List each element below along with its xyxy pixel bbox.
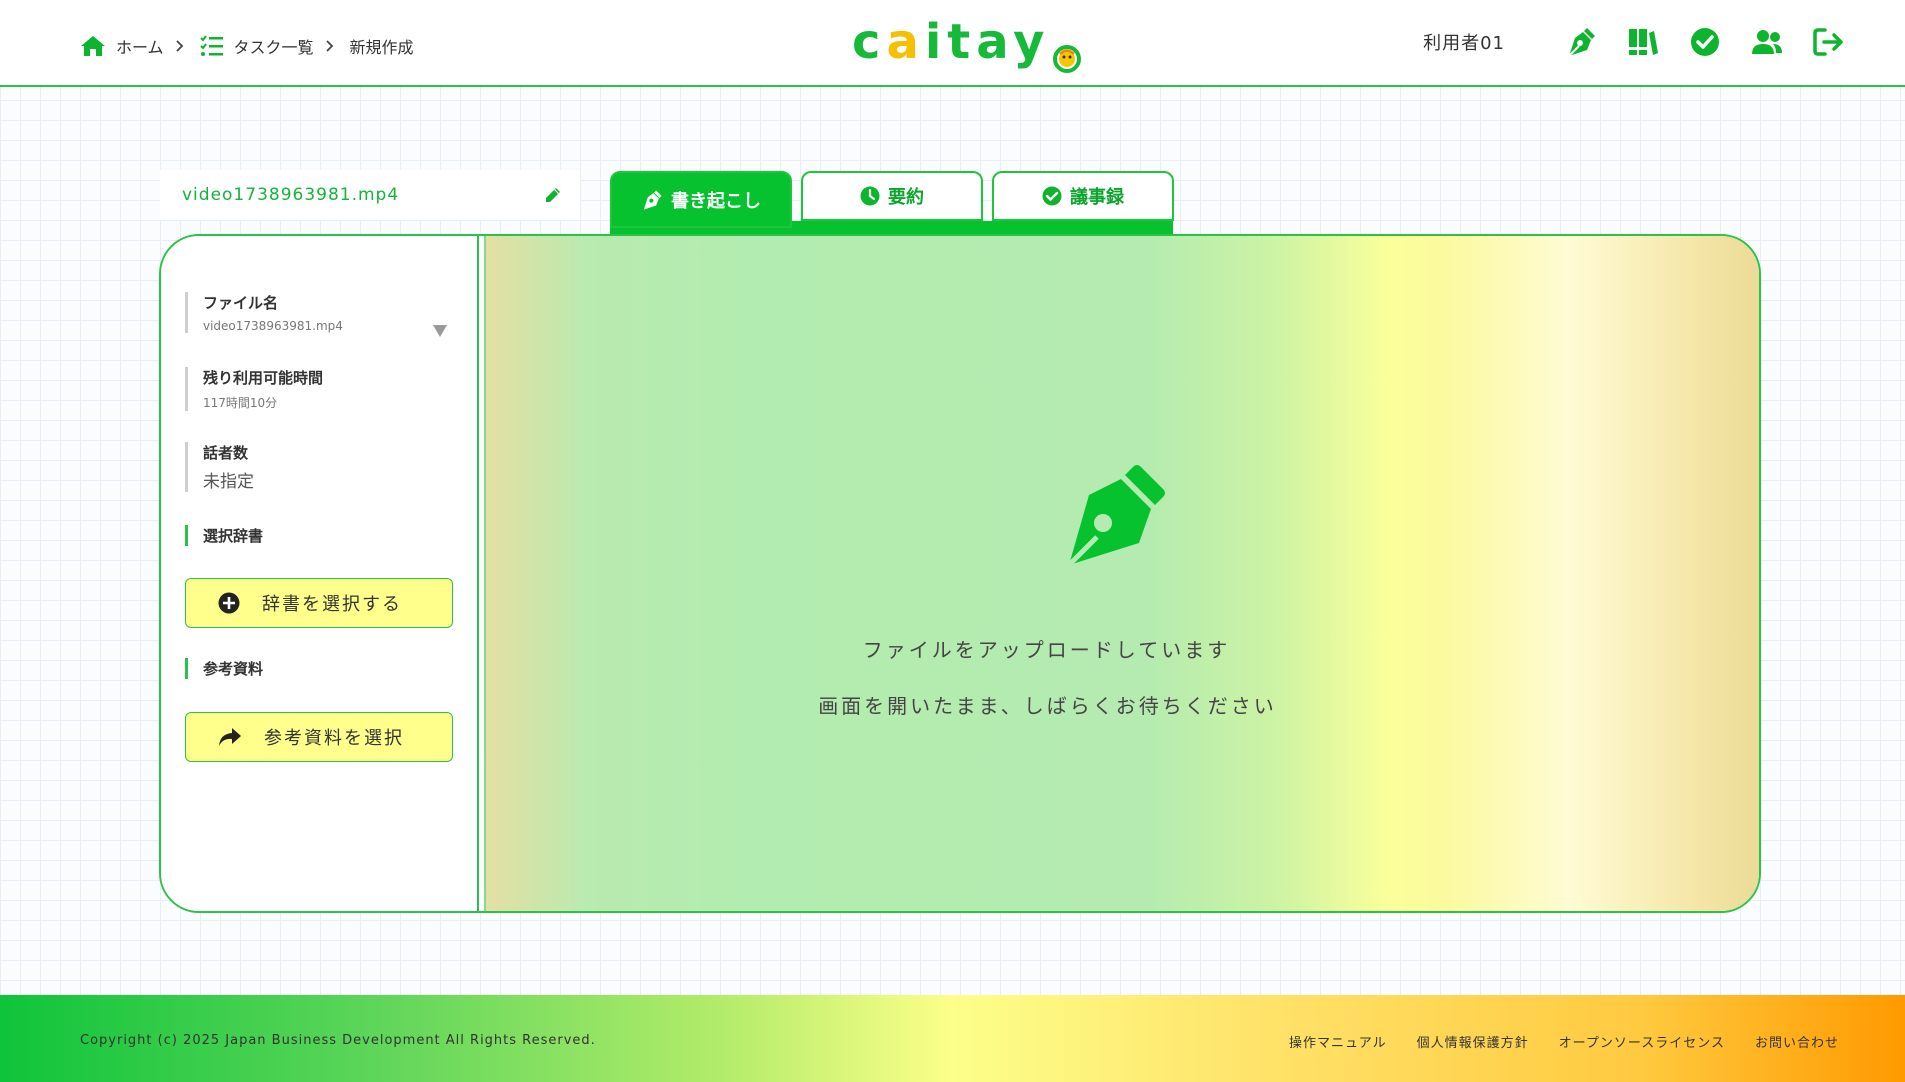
footer-link-privacy[interactable]: 個人情報保護方針 xyxy=(1417,1032,1529,1051)
share-arrow-icon xyxy=(218,727,242,747)
logo[interactable]: c a itay xyxy=(852,14,1082,73)
logout-icon[interactable] xyxy=(1813,26,1845,58)
remaining-time-value: 117時間10分 xyxy=(203,396,278,410)
dropdown-arrow-icon[interactable] xyxy=(433,322,447,341)
tab-transcription[interactable]: 書き起こし xyxy=(610,171,792,228)
file-name-value: video1738963981.mp4 xyxy=(203,319,343,333)
footer-link-oss-license[interactable]: オープンソースライセンス xyxy=(1559,1032,1725,1051)
file-name-field[interactable]: ファイル名 video1738963981.mp4 xyxy=(185,292,343,333)
users-icon[interactable] xyxy=(1751,26,1783,58)
tab-minutes[interactable]: 議事録 xyxy=(992,171,1174,221)
clock-icon xyxy=(860,186,880,206)
chevron-right-icon xyxy=(325,40,334,52)
upload-message-text: ファイルをアップロードしています xyxy=(862,638,1231,662)
tab-minutes-label: 議事録 xyxy=(1070,187,1124,208)
select-dictionary-button[interactable]: 辞書を選択する xyxy=(185,578,453,628)
select-reference-button[interactable]: 参考資料を選択 xyxy=(185,712,453,762)
chevron-right-icon xyxy=(175,40,184,52)
file-title: video1738963981.mp4 xyxy=(182,185,400,205)
footer-link-contact[interactable]: お問い合わせ xyxy=(1755,1032,1839,1051)
breadcrumb-home[interactable]: ホーム xyxy=(80,34,164,58)
tab-summary-label: 要約 xyxy=(888,187,924,208)
footer-link-manual[interactable]: 操作マニュアル xyxy=(1289,1032,1387,1051)
select-dictionary-label: 辞書を選択する xyxy=(262,594,402,615)
plus-circle-icon xyxy=(218,592,240,614)
tab-bar: 書き起こし 要約 議事録 xyxy=(610,171,1183,228)
breadcrumb-home-label: ホーム xyxy=(116,38,164,57)
select-reference-label: 参考資料を選択 xyxy=(264,728,404,749)
breadcrumb-task-list[interactable]: タスク一覧 xyxy=(199,34,314,58)
check-circle-icon xyxy=(1042,186,1062,206)
upload-message: ファイルをアップロードしています xyxy=(486,634,1759,663)
remaining-time-label: 残り利用可能時間 xyxy=(203,369,324,387)
footer: Copyright (c) 2025 Japan Business Develo… xyxy=(0,995,1905,1082)
file-name-label: ファイル名 xyxy=(203,294,279,312)
check-circle-icon[interactable] xyxy=(1689,26,1721,58)
header: ホーム タスク一覧 新規作成 c a itay 利用者01 xyxy=(0,0,1905,87)
fountain-pen-icon[interactable] xyxy=(1565,26,1597,58)
breadcrumb-current: 新規作成 xyxy=(349,38,414,57)
tab-transcription-label: 書き起こし xyxy=(671,190,761,212)
speaker-count-field[interactable]: 話者数 未指定 xyxy=(185,442,254,492)
remaining-time-field: 残り利用可能時間 117時間10分 xyxy=(185,367,323,411)
logo-face-icon xyxy=(1052,34,1082,73)
upload-status-area: ファイルをアップロードしています 画面を開いたまま、しばらくお待ちください xyxy=(486,236,1759,911)
file-title-box: video1738963981.mp4 xyxy=(160,170,580,220)
logo-text-a: a xyxy=(886,14,925,70)
username: 利用者01 xyxy=(1423,33,1505,54)
dictionary-section-label: 選択辞書 xyxy=(185,525,263,546)
task-list-icon xyxy=(199,35,224,57)
main-panel: ファイル名 video1738963981.mp4 残り利用可能時間 117時間… xyxy=(159,234,1761,913)
settings-sidebar: ファイル名 video1738963981.mp4 残り利用可能時間 117時間… xyxy=(161,236,479,911)
logo-text-c: c xyxy=(852,14,887,70)
speaker-count-value: 未指定 xyxy=(203,472,254,492)
pencil-icon[interactable] xyxy=(544,186,562,208)
wait-message-text: 画面を開いたまま、しばらくお待ちください xyxy=(818,694,1277,718)
speaker-count-label: 話者数 xyxy=(203,444,249,462)
copyright: Copyright (c) 2025 Japan Business Develo… xyxy=(80,1033,596,1048)
reference-section-label: 参考資料 xyxy=(185,658,263,679)
logo-text-rest: itay xyxy=(924,14,1051,70)
home-icon xyxy=(80,35,106,57)
books-icon[interactable] xyxy=(1627,26,1659,58)
breadcrumb: ホーム タスク一覧 新規作成 xyxy=(80,34,414,58)
footer-links: 操作マニュアル 個人情報保護方針 オープンソースライセンス お問い合わせ xyxy=(1259,1032,1839,1051)
breadcrumb-task-list-label: タスク一覧 xyxy=(233,38,314,57)
fountain-pen-icon xyxy=(641,189,663,211)
tab-summary[interactable]: 要約 xyxy=(801,171,983,221)
user-area: 利用者01 xyxy=(1423,26,1845,58)
fountain-pen-icon xyxy=(1061,461,1169,573)
wait-message: 画面を開いたまま、しばらくお待ちください xyxy=(486,690,1759,719)
